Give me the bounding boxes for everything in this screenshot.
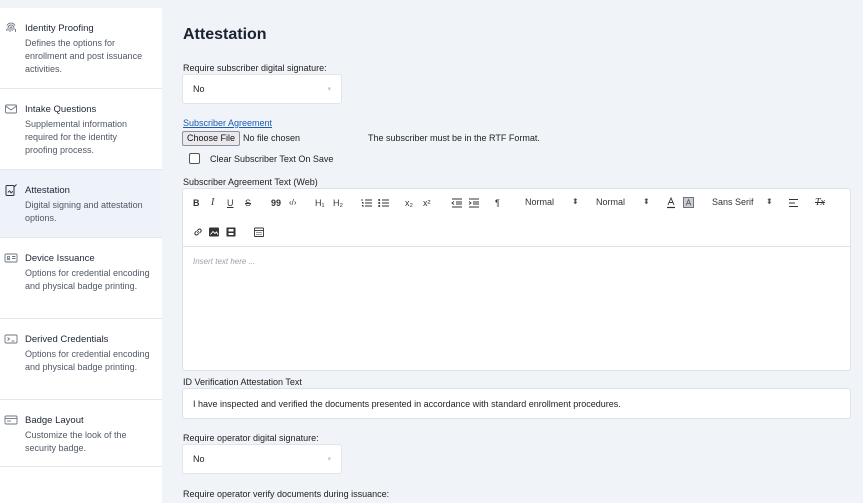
indent-icon[interactable] <box>468 198 479 208</box>
heading1-button[interactable]: H₁ <box>315 197 325 209</box>
background-color-icon[interactable] <box>683 197 694 208</box>
font-picker[interactable]: Sans Serif ⬍ <box>712 197 773 207</box>
subscriber-agreement-link[interactable]: Subscriber Agreement <box>183 118 272 128</box>
italic-button[interactable]: I <box>211 197 214 209</box>
superscript-button[interactable]: x² <box>423 197 431 209</box>
sidebar-item-derived-credentials[interactable]: Derived Credentials Options for credenti… <box>0 319 162 400</box>
sidebar-item-title: Identity Proofing <box>25 23 94 34</box>
clear-subscriber-text-checkbox[interactable] <box>189 153 200 164</box>
strike-button[interactable]: S <box>245 197 251 209</box>
clear-format-button[interactable]: Tx <box>815 197 825 209</box>
chevron-down-icon: ▾ <box>327 456 331 463</box>
size-picker-2[interactable]: Normal ⬍ <box>596 197 650 207</box>
sidebar-item-badge-layout[interactable]: Badge Layout Customize the look of the s… <box>0 400 162 467</box>
sidebar-item-description: Options for credential encoding and phys… <box>25 268 150 291</box>
sidebar-item-identity-proofing[interactable]: Identity Proofing Defines the options fo… <box>0 8 162 89</box>
id-verification-input[interactable]: I have inspected and verified the docume… <box>182 388 851 419</box>
settings-sidebar: Identity Proofing Defines the options fo… <box>0 8 162 503</box>
attestation-panel: Attestation Require subscriber digital s… <box>162 8 863 503</box>
sidebar-item-title: Derived Credentials <box>25 334 109 345</box>
top-strip <box>0 0 863 8</box>
sidebar-item-description: Digital signing and attestation options. <box>25 200 143 223</box>
sort-arrows-icon: ⬍ <box>643 197 650 206</box>
size-picker-1-value: Normal <box>525 197 555 207</box>
file-status: No file chosen <box>243 133 301 143</box>
clear-subscriber-text-label: Clear Subscriber Text On Save <box>210 154 334 164</box>
sidebar-item-description: Customize the look of the security badge… <box>25 430 127 453</box>
operator-verify-label: Require operator verify documents during… <box>183 489 390 499</box>
sidebar-item-description: Options for credential encoding and phys… <box>25 349 150 372</box>
sidebar-item-title: Attestation <box>25 185 70 196</box>
subscriber-signature-select[interactable]: No ▾ <box>182 74 342 104</box>
bold-button[interactable]: B <box>193 197 200 209</box>
id-card-icon <box>4 251 18 265</box>
sidebar-item-intake-questions[interactable]: Intake Questions Supplemental informatio… <box>0 89 162 170</box>
rtf-format-note: The subscriber must be in the RTF Format… <box>368 133 540 143</box>
page-title: Attestation <box>183 26 267 43</box>
align-icon[interactable] <box>788 198 799 208</box>
sort-arrows-icon: ⬍ <box>766 197 773 206</box>
rich-text-editor: B I U S 99 ‹/› H₁ H₂ x₂ x² ¶ Normal ⬍ No… <box>182 188 851 371</box>
envelope-icon <box>4 102 18 116</box>
subscriber-signature-label: Require subscriber digital signature: <box>183 63 327 73</box>
chevron-down-icon: ▾ <box>327 86 331 93</box>
subscriber-signature-value: No <box>193 84 205 94</box>
ordered-list-icon[interactable] <box>361 198 372 208</box>
code-button[interactable]: ‹/› <box>289 197 297 209</box>
sidebar-item-device-issuance[interactable]: Device Issuance Options for credential e… <box>0 238 162 319</box>
sort-arrows-icon: ⬍ <box>572 197 579 206</box>
rtl-button[interactable]: ¶ <box>495 197 500 209</box>
sidebar-item-description: Supplemental information required for th… <box>25 119 128 155</box>
id-verification-value: I have inspected and verified the docume… <box>193 399 621 409</box>
operator-signature-select[interactable]: No ▾ <box>182 444 342 474</box>
image-icon[interactable] <box>209 227 219 237</box>
blockquote-button[interactable]: 99 <box>271 197 281 209</box>
sidebar-item-title: Badge Layout <box>25 415 84 426</box>
choose-file-button[interactable]: Choose File <box>182 131 240 146</box>
editor-placeholder[interactable]: Insert text here ... <box>193 257 255 266</box>
video-icon[interactable] <box>226 227 236 237</box>
agreement-text-label: Subscriber Agreement Text (Web) <box>183 177 318 187</box>
editor-toolbar: B I U S 99 ‹/› H₁ H₂ x₂ x² ¶ Normal ⬍ No… <box>183 189 850 247</box>
link-icon[interactable] <box>193 227 203 237</box>
size-picker-1[interactable]: Normal ⬍ <box>525 197 579 207</box>
operator-signature-label: Require operator digital signature: <box>183 433 319 443</box>
badge-layout-icon <box>4 413 18 427</box>
sidebar-item-attestation[interactable]: Attestation Digital signing and attestat… <box>0 170 162 238</box>
operator-signature-value: No <box>193 454 205 464</box>
sidebar-item-description: Defines the options for enrollment and p… <box>25 38 143 74</box>
calendar-icon[interactable] <box>254 227 264 237</box>
id-verification-label: ID Verification Attestation Text <box>183 377 302 387</box>
fingerprint-icon <box>4 21 18 35</box>
underline-button[interactable]: U <box>227 197 234 209</box>
subscript-button[interactable]: x₂ <box>405 197 413 209</box>
derived-credential-icon <box>4 332 18 346</box>
sidebar-item-title: Intake Questions <box>25 104 97 115</box>
size-picker-2-value: Normal <box>596 197 626 207</box>
bullet-list-icon[interactable] <box>378 198 389 208</box>
text-color-icon[interactable] <box>666 197 676 209</box>
font-picker-value: Sans Serif <box>712 197 754 207</box>
heading2-button[interactable]: H₂ <box>333 197 343 209</box>
outdent-icon[interactable] <box>451 198 462 208</box>
sidebar-item-title: Device Issuance <box>25 253 95 264</box>
signature-icon <box>4 183 18 197</box>
